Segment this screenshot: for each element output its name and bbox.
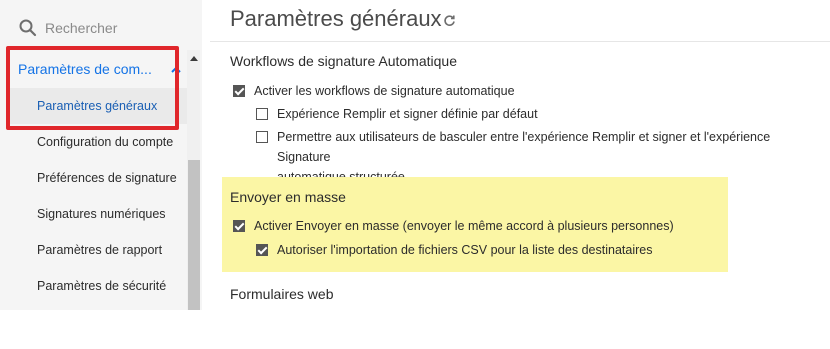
annotation-highlight-box — [6, 46, 179, 130]
search-box[interactable]: Rechercher — [6, 5, 202, 51]
csv-import-label: Autoriser l'importation de fichiers CSV … — [277, 243, 653, 257]
title-divider — [210, 41, 830, 42]
csv-import-checkbox[interactable] — [256, 244, 268, 256]
fill-sign-default-label: Expérience Remplir et signer définie par… — [277, 107, 538, 121]
sidebar-item-report-settings[interactable]: Paramètres de rapport — [6, 232, 190, 268]
fill-sign-default-checkbox[interactable] — [256, 108, 268, 120]
main-content: Paramètres généraux Workflows de signatu… — [210, 0, 830, 349]
search-input[interactable]: Rechercher — [45, 20, 117, 36]
checkbox-row-enable-bulk[interactable]: Activer Envoyer en masse (envoyer le mêm… — [233, 216, 674, 236]
scroll-up-arrow-icon[interactable] — [190, 56, 198, 61]
allow-switch-checkbox[interactable] — [256, 131, 268, 143]
enable-bulk-label: Activer Envoyer en masse (envoyer le mêm… — [254, 219, 674, 233]
enable-bulk-checkbox[interactable] — [233, 220, 245, 232]
section-title-web-forms: Formulaires web — [230, 286, 334, 302]
sidebar-item-security-settings[interactable]: Paramètres de sécurité — [6, 268, 190, 304]
sidebar-item-digital-signatures[interactable]: Signatures numériques — [6, 196, 190, 232]
search-icon — [19, 19, 37, 37]
checkbox-row-enable-workflows[interactable]: Activer les workflows de signature autom… — [233, 81, 515, 101]
enable-workflows-label: Activer les workflows de signature autom… — [254, 84, 515, 98]
scrollbar-thumb[interactable] — [188, 160, 200, 310]
allow-switch-label-line1: Permettre aux utilisateurs de basculer e… — [277, 130, 771, 164]
refresh-icon[interactable] — [443, 14, 456, 27]
enable-workflows-checkbox[interactable] — [233, 85, 245, 97]
section-title-bulk-send: Envoyer en masse — [230, 189, 346, 205]
page-title: Paramètres généraux — [230, 6, 442, 31]
checkbox-row-csv-import[interactable]: Autoriser l'importation de fichiers CSV … — [256, 240, 652, 260]
section-title-workflows: Workflows de signature Automatique — [230, 53, 457, 69]
checkbox-row-fill-sign-default[interactable]: Expérience Remplir et signer définie par… — [256, 104, 538, 124]
sidebar-item-signature-preferences[interactable]: Préférences de signature — [6, 160, 190, 196]
